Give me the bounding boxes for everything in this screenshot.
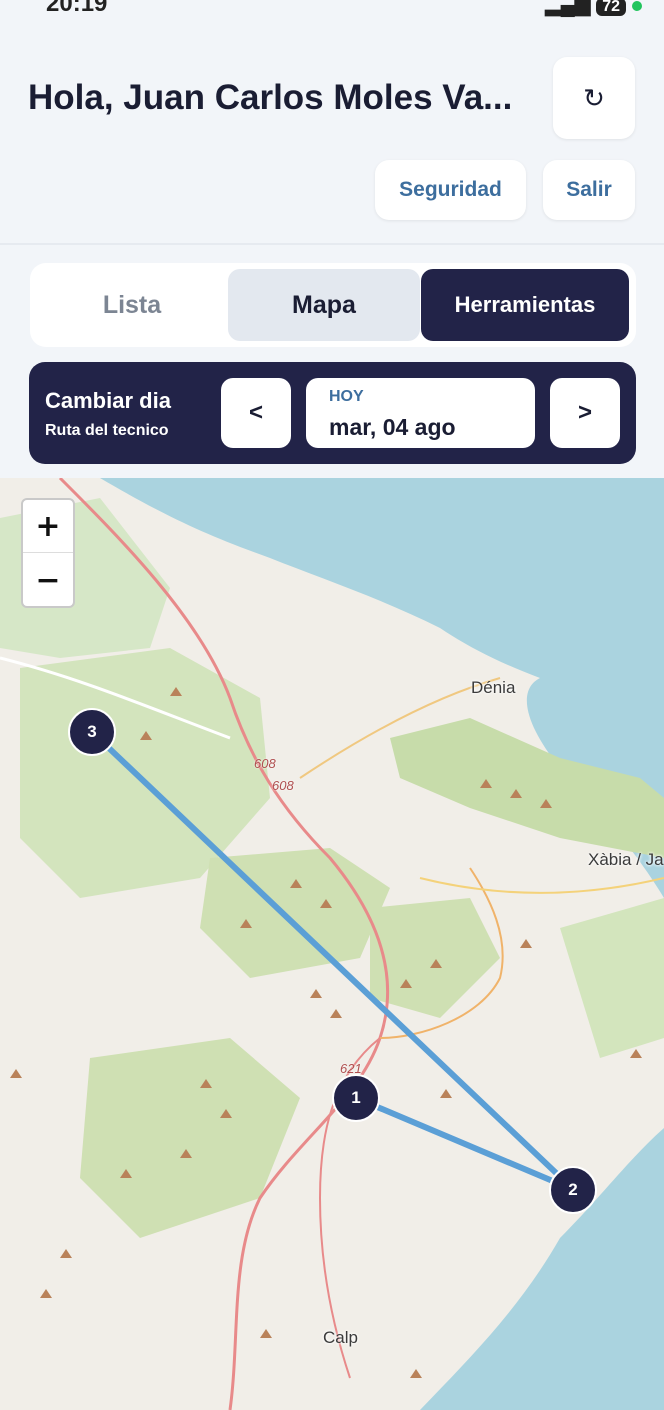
zoom-in-button[interactable]: + <box>23 500 73 553</box>
date-tag: HOY <box>329 388 364 405</box>
road <box>419 877 664 894</box>
route-line <box>353 1095 577 1193</box>
status-time: 20:19 <box>46 0 108 17</box>
road-number: 608 <box>254 756 276 771</box>
security-button[interactable]: Seguridad <box>375 160 526 220</box>
next-day-button[interactable]: > <box>550 378 620 448</box>
date-display[interactable]: HOY mar, 04 ago <box>306 378 535 448</box>
status-icons: ▂▄▆ 72 <box>545 0 642 17</box>
map-tiles <box>0 478 664 1410</box>
greeting-title: Hola, Juan Carlos Moles Va... <box>28 78 513 117</box>
previous-day-button[interactable]: < <box>221 378 291 448</box>
refresh-icon: ↻ <box>583 82 605 113</box>
road-number: 608 <box>272 778 294 793</box>
green-area <box>370 898 500 1018</box>
status-bar: 20:19 ▂▄▆ 72 <box>0 0 664 18</box>
tab-lista[interactable]: Lista <box>38 269 226 341</box>
place-label: Dénia <box>471 678 516 697</box>
green-area <box>80 1038 300 1238</box>
route-marker-2[interactable]: 2 <box>549 1166 597 1214</box>
route-marker-3[interactable]: 3 <box>68 708 116 756</box>
date-value: mar, 04 ago <box>329 414 456 440</box>
view-tabs: Lista Mapa Herramientas <box>30 263 636 347</box>
privacy-dot-icon <box>632 1 642 11</box>
place-label: Xàbia / Ja <box>588 850 664 869</box>
logout-button[interactable]: Salir <box>543 160 635 220</box>
tab-mapa[interactable]: Mapa <box>228 269 420 341</box>
day-selector: Cambiar dia Ruta del tecnico < HOY mar, … <box>29 362 636 464</box>
place-label: Calp <box>323 1328 358 1347</box>
zoom-out-button[interactable]: − <box>23 554 73 607</box>
green-area <box>200 848 390 978</box>
green-area <box>560 898 664 1058</box>
day-selector-title: Cambiar dia <box>45 388 171 413</box>
zoom-control: + − <box>21 498 75 608</box>
header-divider <box>0 243 664 245</box>
refresh-button[interactable]: ↻ <box>553 57 635 139</box>
route-map[interactable]: Dénia Xàbia / Ja Calp 608 608 621 + − 3 … <box>0 478 664 1410</box>
route-marker-1[interactable]: 1 <box>332 1074 380 1122</box>
tab-herramientas[interactable]: Herramientas <box>421 269 629 341</box>
day-selector-subtitle: Ruta del tecnico <box>45 422 169 439</box>
battery-icon: 72 <box>596 0 626 16</box>
signal-icon: ▂▄▆ <box>545 0 591 16</box>
